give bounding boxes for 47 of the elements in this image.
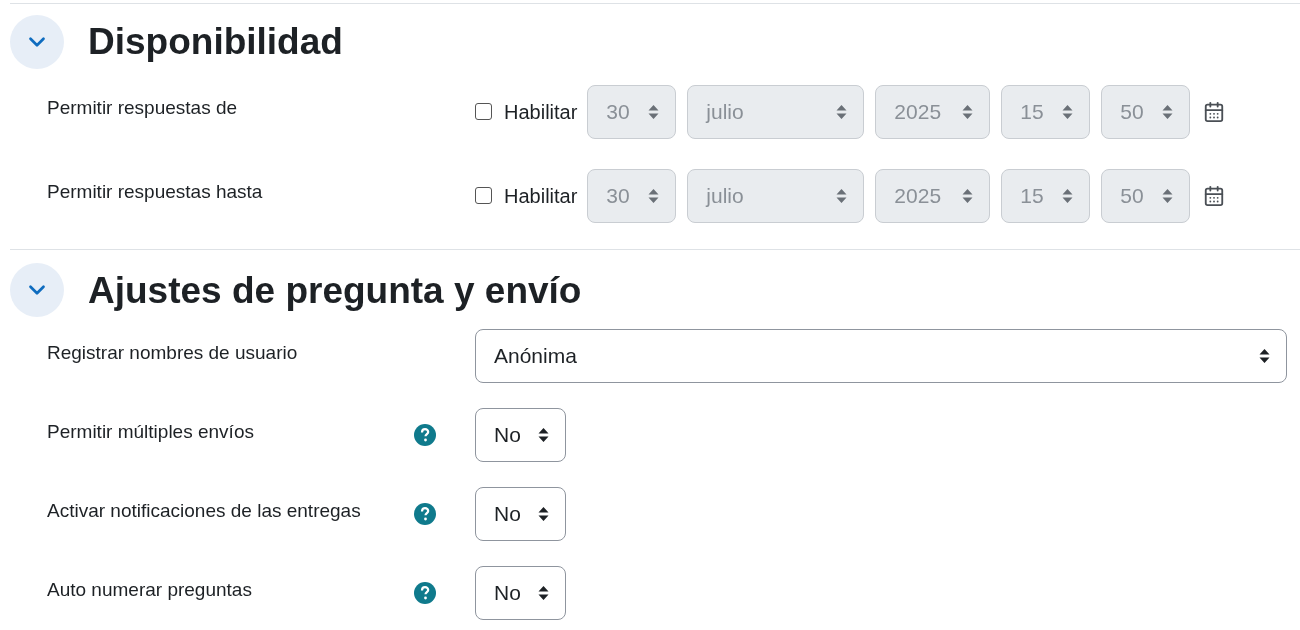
collapse-toggle[interactable]: [10, 263, 64, 318]
sort-caret-icon: [1259, 348, 1270, 364]
dropdown-select[interactable]: No: [475, 487, 566, 541]
dropdown-select[interactable]: 30: [587, 168, 677, 223]
field-label: Registrar nombres de usuario: [47, 340, 299, 365]
sort-caret-icon: [538, 427, 549, 443]
dropdown-select[interactable]: 30: [587, 84, 677, 139]
dropdown-select[interactable]: 2025: [875, 168, 991, 223]
enable-checkbox[interactable]: [475, 187, 492, 204]
dropdown-select[interactable]: julio: [687, 168, 865, 223]
sort-caret-icon: [836, 187, 848, 204]
collapse-toggle[interactable]: [10, 14, 64, 69]
dropdown-select[interactable]: julio: [687, 84, 865, 139]
section-title: Ajustes de pregunta y envío: [88, 268, 582, 313]
help-icon[interactable]: [414, 424, 436, 446]
calendar-icon[interactable]: [1203, 100, 1226, 123]
calendar-icon[interactable]: [1203, 184, 1226, 207]
field-label: Auto numerar preguntas: [47, 577, 253, 602]
enable-label: Habilitar: [504, 99, 578, 125]
sort-caret-icon: [1162, 187, 1174, 204]
help-icon[interactable]: [414, 503, 436, 525]
sort-caret-icon: [538, 506, 549, 522]
sort-caret-icon: [1162, 103, 1174, 120]
sort-caret-icon: [1062, 187, 1074, 204]
sort-caret-icon: [538, 585, 549, 601]
field-label: Permitir múltiples envíos: [47, 419, 255, 444]
dropdown-select[interactable]: Anónima: [475, 329, 1287, 383]
dropdown-select[interactable]: 15: [1001, 84, 1091, 139]
help-icon[interactable]: [414, 582, 436, 604]
sort-caret-icon: [962, 103, 974, 120]
field-label: Permitir respuestas hasta: [47, 180, 264, 205]
sort-caret-icon: [962, 187, 974, 204]
field-label: Permitir respuestas de: [47, 96, 239, 121]
dropdown-select[interactable]: No: [475, 408, 566, 462]
dropdown-select[interactable]: 2025: [875, 84, 991, 139]
dropdown-select[interactable]: 15: [1001, 168, 1091, 223]
field-label: Activar notificaciones de las entregas: [47, 498, 362, 523]
section-title: Disponibilidad: [88, 20, 343, 64]
sort-caret-icon: [648, 103, 660, 120]
sort-caret-icon: [648, 187, 660, 204]
dropdown-select[interactable]: 50: [1101, 168, 1191, 223]
sort-caret-icon: [836, 103, 848, 120]
enable-checkbox[interactable]: [475, 103, 492, 120]
sort-caret-icon: [1062, 103, 1074, 120]
enable-label: Habilitar: [504, 183, 578, 209]
dropdown-select[interactable]: No: [475, 566, 566, 620]
dropdown-select[interactable]: 50: [1101, 84, 1191, 139]
